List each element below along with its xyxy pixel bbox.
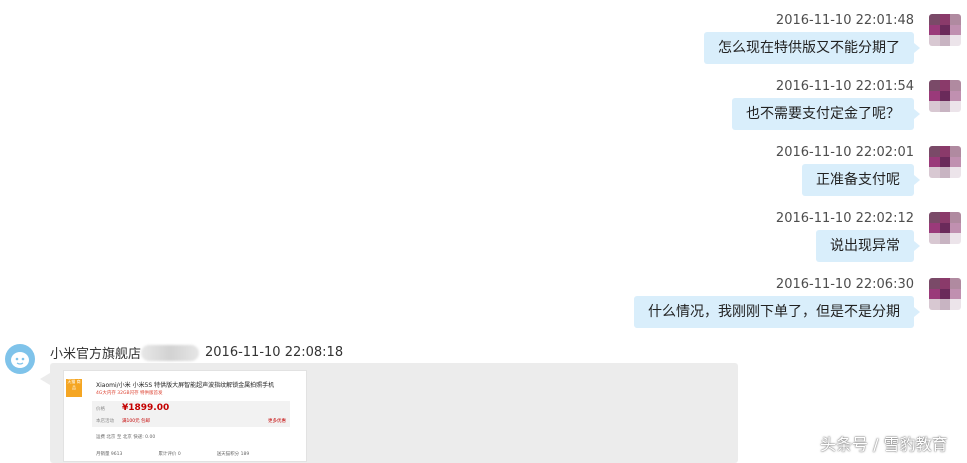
review-count: 累计评价 0 bbox=[158, 452, 181, 457]
tmall-tag: 天猫 商品 bbox=[66, 379, 82, 397]
user-avatar[interactable] bbox=[929, 146, 961, 178]
tmall-points: 送天猫积分 189 bbox=[216, 452, 250, 457]
price-panel: 价格 ¥1899.00 本店活动 满100元 包邮 更多优惠 bbox=[92, 401, 290, 427]
user-avatar[interactable] bbox=[929, 278, 961, 310]
message-timestamp: 2016-11-10 22:01:54 bbox=[775, 79, 914, 94]
product-price: ¥1899.00 bbox=[122, 403, 170, 413]
product-card[interactable]: 天猫 商品 Xiaomi/小米 小米5S 特供版大屏智能超声波指纹解锁金属拍照手… bbox=[63, 370, 307, 462]
chat-bubble-outgoing[interactable]: 怎么现在特供版又不能分期了 bbox=[704, 32, 920, 64]
shipping-row: 运费 北京 至 北京 快递: 0.00 bbox=[96, 435, 156, 440]
product-subtitle: 4G大内存 32GB闪存 特供版首发 bbox=[96, 391, 163, 396]
message-timestamp: 2016-11-10 22:06:30 bbox=[775, 277, 914, 292]
chat-bubble-outgoing[interactable]: 什么情况，我刚刚下单了，但是不是分期 bbox=[634, 296, 920, 328]
monthly-sales: 月销量 9613 bbox=[96, 452, 123, 457]
stats-row: 月销量 9613 累计评价 0 送天猫积分 189 bbox=[96, 451, 306, 457]
user-avatar[interactable] bbox=[929, 80, 961, 112]
user-avatar[interactable] bbox=[929, 14, 961, 46]
promo-label: 本店活动 bbox=[96, 419, 114, 424]
price-label: 价格 bbox=[96, 407, 105, 412]
watermark: 头条号 / 雪豹教育 bbox=[820, 435, 948, 454]
chat-bubble-outgoing[interactable]: 说出现异常 bbox=[816, 230, 920, 262]
more-promos-link[interactable]: 更多优惠 bbox=[268, 418, 286, 424]
message-timestamp: 2016-11-10 22:02:01 bbox=[775, 145, 914, 160]
user-avatar[interactable] bbox=[929, 212, 961, 244]
message-timestamp: 2016-11-10 22:02:12 bbox=[775, 211, 914, 226]
sender-name: 小米官方旗舰店 bbox=[50, 347, 142, 362]
message-timestamp: 2016-11-10 22:08:18 bbox=[205, 345, 344, 360]
store-avatar[interactable] bbox=[5, 344, 35, 374]
chat-bubble-outgoing[interactable]: 正准备支付呢 bbox=[802, 164, 920, 196]
product-title[interactable]: Xiaomi/小米 小米5S 特供版大屏智能超声波指纹解锁金属拍照手机 bbox=[96, 380, 302, 389]
promo-text: 满100元 包邮 bbox=[122, 419, 151, 424]
chat-bubble-outgoing[interactable]: 也不需要支付定金了呢？ bbox=[732, 98, 920, 130]
message-timestamp: 2016-11-10 22:01:48 bbox=[775, 13, 914, 28]
sender-line: 小米官方旗舰店 2016-11-10 22:08:18 bbox=[50, 343, 343, 362]
blurred-name bbox=[141, 344, 200, 361]
bot-face-icon bbox=[11, 352, 29, 368]
